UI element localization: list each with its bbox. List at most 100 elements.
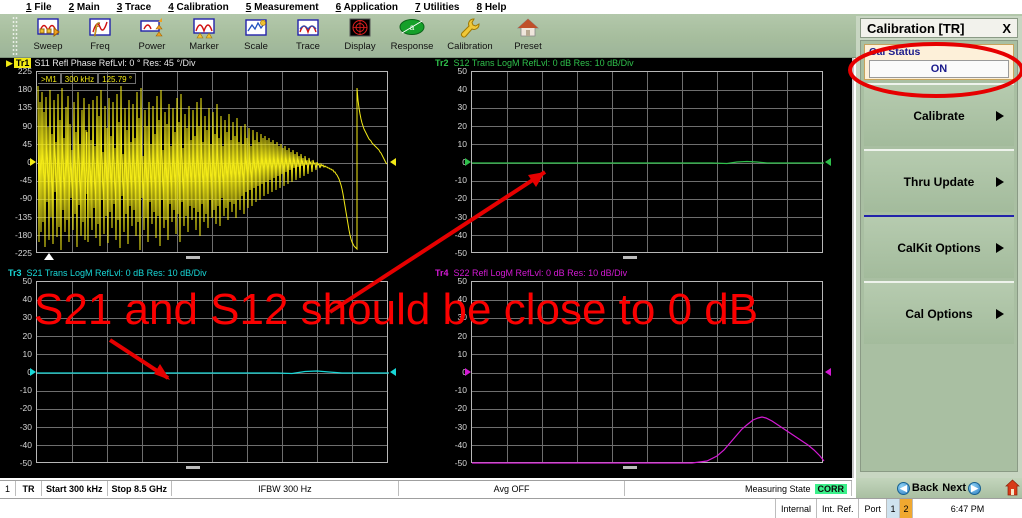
menu-item-help-num: 8	[476, 1, 483, 13]
toolbar-button-sweep-label: Sweep	[33, 41, 63, 52]
bottom-reference[interactable]: Int. Ref.	[815, 499, 859, 518]
home-button[interactable]	[1005, 479, 1020, 496]
toolbar-button-power-label: Power	[138, 41, 166, 52]
ref-marker-left-tr2[interactable]	[465, 158, 471, 166]
menu-item-measurement-num: 5	[245, 1, 252, 13]
vna-application-window: 1 File 2 Main 3 Trace 4 Calibration 5 Me…	[0, 0, 1022, 518]
chevron-right-icon	[996, 308, 1004, 319]
menu-item-utilities[interactable]: 7 Utilities	[415, 2, 459, 13]
toolbar-button-display[interactable]: Display	[334, 14, 386, 56]
chevron-right-icon	[996, 242, 1004, 253]
trace-curve-tr1	[37, 85, 388, 251]
trace-icon	[295, 16, 321, 40]
trace-panel-tr4[interactable]: Tr4 S22 Refl LogM RefLvl: 0 dB Res: 10 dB…	[427, 268, 854, 478]
close-icon[interactable]: X	[1002, 21, 1011, 36]
ref-marker-left-tr3[interactable]	[30, 368, 36, 376]
y-tick: -30	[454, 211, 467, 222]
toolbar-button-marker[interactable]: Marker	[178, 14, 230, 56]
soft-key-thru-update[interactable]: Thru Update	[864, 149, 1014, 212]
trace-title-tr1: ▶ Tr1 S11 Refl Phase RefLvl: 0 ° Res: 45 °…	[6, 58, 196, 69]
soft-panel-title-bar: Calibration [TR] X	[860, 18, 1018, 38]
active-trace-arrow-icon: ▶	[6, 58, 13, 68]
toolbar-button-preset-label: Preset	[514, 41, 542, 52]
power-icon	[139, 16, 165, 40]
soft-key-calkit-options[interactable]: CalKit Options	[864, 215, 1014, 278]
bottom-port-1[interactable]: 1	[886, 499, 899, 518]
toolbar-button-sweep[interactable]: Sweep	[22, 14, 74, 56]
next-button[interactable]: Next ▶	[942, 481, 982, 495]
status-start-frequency[interactable]: Start 300 kHz	[42, 481, 108, 496]
menu-item-application[interactable]: 6 Application	[336, 2, 398, 13]
toolbar-button-preset[interactable]: Preset	[502, 14, 554, 56]
trace-panel-tr2[interactable]: Tr2 S12 Trans LogM RefLvl: 0 dB Res: 10 d…	[427, 58, 854, 268]
status-mode[interactable]: TR	[16, 481, 42, 496]
toolbar-button-calibration[interactable]: Calibration	[438, 14, 502, 56]
status-measuring-state: Measuring State CORR	[625, 481, 853, 496]
arrow-right-icon: ▶	[968, 481, 982, 495]
soft-panel-body: Cal Status ON Calibrate Thru Update CalK…	[860, 40, 1018, 472]
y-axis-tr4: 50 40 30 20 10 0 -10 -20 -30 -40 -50	[435, 276, 469, 468]
trace-panel-tr1[interactable]: ▶ Tr1 S11 Refl Phase RefLvl: 0 ° Res: 45 °…	[0, 58, 427, 268]
ref-marker-right-tr1[interactable]	[390, 158, 396, 166]
soft-key-cal-options[interactable]: Cal Options	[864, 281, 1014, 344]
soft-key-thru-update-label: Thru Update	[903, 174, 975, 189]
trace-curve-tr2	[472, 160, 824, 165]
cal-status-value[interactable]: ON	[869, 60, 1009, 78]
status-badge: CORR	[814, 483, 848, 494]
menu-item-application-num: 6	[335, 1, 342, 13]
y-axis-tr2: 50 40 30 20 10 0 -10 -20 -30 -40 -50	[435, 66, 469, 258]
cal-status-label: Cal Status	[869, 46, 921, 58]
menu-item-trace[interactable]: 3 Trace	[117, 2, 151, 13]
freq-icon: f	[87, 16, 113, 40]
menu-item-utilities-num: 7	[415, 1, 421, 13]
trace-title-tr3-text: S21 Trans LogM RefLvl: 0 dB Res: 10 dB/D…	[26, 268, 207, 278]
measurement-screen: ▶ Tr1 S11 Refl Phase RefLvl: 0 ° Res: 45 °…	[0, 58, 861, 518]
toolbar-button-power[interactable]: Power	[126, 14, 178, 56]
y-tick: 135	[17, 102, 32, 113]
menu-item-calibration[interactable]: 4 Calibration	[168, 2, 229, 13]
y-tick: -40	[454, 439, 467, 450]
ref-marker-left-tr4[interactable]	[465, 368, 471, 376]
toolbar-button-trace[interactable]: Trace	[282, 14, 334, 56]
menu-item-measurement[interactable]: 5 Measurement	[246, 2, 319, 13]
trace-title-tr2-text: S12 Trans LogM RefLvl: 0 dB Res: 10 dB/D…	[453, 58, 634, 68]
y-tick: 20	[22, 330, 32, 341]
menu-item-file[interactable]: 1 File	[26, 2, 52, 13]
toolbar-button-scale[interactable]: Scale	[230, 14, 282, 56]
back-button[interactable]: ◀ Back	[896, 481, 938, 495]
status-ifbw[interactable]: IFBW 300 Hz	[172, 481, 399, 496]
status-stop-frequency[interactable]: Stop 8.5 GHz	[108, 481, 173, 496]
trace-panel-tr3[interactable]: Tr3 S21 Trans LogM RefLvl: 0 dB Res: 10 d…	[0, 268, 427, 478]
status-averaging[interactable]: Avg OFF	[399, 481, 626, 496]
display-icon	[347, 16, 373, 40]
menu-item-main[interactable]: 2 Main	[69, 2, 100, 13]
ref-marker-right-tr2[interactable]	[825, 158, 831, 166]
chevron-right-icon	[996, 176, 1004, 187]
next-button-label: Next	[942, 482, 967, 494]
y-tick: -40	[454, 229, 467, 240]
ref-marker-right-tr4[interactable]	[825, 368, 831, 376]
trace-title-tr1-text: S11 Refl Phase RefLvl: 0 ° Res: 45 °/Div	[34, 58, 196, 68]
ref-marker-left-tr1[interactable]	[30, 158, 36, 166]
menu-item-calibration-label: Calibration	[176, 1, 229, 13]
bottom-port-2[interactable]: 2	[899, 499, 912, 518]
y-tick: -135	[14, 211, 32, 222]
toolbar-button-freq[interactable]: f Freq	[74, 14, 126, 56]
toolbar-button-response[interactable]: a Response	[386, 14, 438, 56]
trace-curve-tr4	[472, 416, 825, 464]
y-tick: -90	[19, 193, 32, 204]
cal-status-group[interactable]: Cal Status ON	[864, 44, 1014, 80]
menu-item-help[interactable]: 8 Help	[476, 2, 506, 13]
bottom-internal[interactable]: Internal	[774, 499, 816, 518]
y-tick: -45	[19, 175, 32, 186]
menu-item-measurement-label: Measurement	[254, 1, 319, 13]
toolbar-button-trace-label: Trace	[296, 41, 320, 52]
y-tick: 30	[457, 102, 467, 113]
soft-key-calibrate[interactable]: Calibrate	[864, 83, 1014, 146]
y-tick: 40	[22, 294, 32, 305]
y-tick: -50	[454, 248, 467, 258]
ref-marker-right-tr3[interactable]	[390, 368, 396, 376]
toolbar-button-scale-label: Scale	[244, 41, 268, 52]
sweep-start-marker-tr1	[44, 253, 54, 260]
toolbar-drag-handle[interactable]	[12, 16, 18, 56]
